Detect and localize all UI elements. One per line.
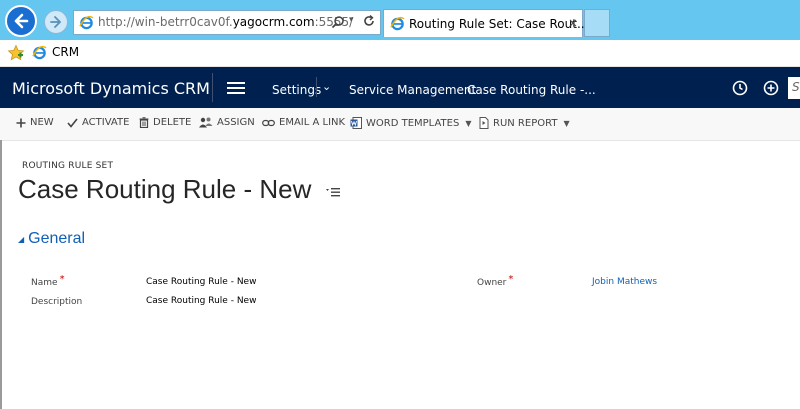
run-report-button[interactable]: RUN REPORT ▼: [479, 117, 570, 129]
back-button[interactable]: [5, 5, 37, 37]
nav-area-settings[interactable]: Settings: [272, 83, 321, 97]
favorites-bar: CRM: [0, 40, 800, 67]
owner-field-label: Owner *: [477, 274, 514, 288]
nav-divider: [212, 73, 213, 102]
section-general-header[interactable]: ◢ General: [18, 230, 85, 248]
delete-button[interactable]: DELETE: [139, 117, 191, 128]
name-field-label: Name *: [31, 274, 65, 288]
ie-logo-icon: [390, 16, 405, 31]
section-title: General: [28, 230, 86, 247]
forward-button[interactable]: [44, 10, 68, 34]
url-text: http://win-betrr0cav0f.yagocrm.com:5555/: [98, 15, 354, 29]
owner-lookup-link[interactable]: Jobin Mathews: [592, 277, 657, 287]
close-icon[interactable]: ×: [568, 16, 578, 30]
chevron-down-icon: ▼: [465, 118, 472, 128]
assign-button[interactable]: ASSIGN: [199, 117, 255, 128]
description-field-label: Description: [31, 297, 83, 307]
browser-toolbar: http://win-betrr0cav0f.yagocrm.com:5555/…: [0, 0, 800, 40]
favorite-crm-link[interactable]: CRM: [52, 45, 79, 59]
global-search-input[interactable]: S: [788, 77, 800, 99]
new-tab-button[interactable]: [584, 9, 610, 37]
ie-logo-icon: [32, 45, 47, 60]
link-icon: [262, 119, 275, 126]
browser-tab[interactable]: Routing Rule Set: Case Rout... ×: [383, 9, 588, 37]
refresh-icon[interactable]: [362, 14, 376, 28]
activate-button[interactable]: ACTIVATE: [67, 117, 129, 128]
arrow-left-icon: [14, 13, 29, 29]
word-icon: [350, 117, 362, 129]
command-bar: NEW ACTIVATE DELETE ASSIGN EMAIL A LINK: [0, 108, 800, 141]
create-plus-icon[interactable]: [763, 80, 779, 96]
name-field[interactable]: Case Routing Rule - New: [146, 277, 256, 287]
entity-type-label: ROUTING RULE SET: [22, 161, 114, 171]
form-selector-icon[interactable]: [326, 187, 340, 197]
ie-logo-icon: [79, 15, 94, 30]
window-edge: [0, 140, 2, 409]
clock-icon[interactable]: [732, 80, 748, 96]
plus-icon: [16, 118, 26, 127]
chevron-down-icon: ▼: [563, 118, 570, 128]
required-marker: *: [508, 274, 514, 285]
trash-icon: [139, 117, 149, 128]
report-icon: [479, 117, 489, 129]
address-bar[interactable]: http://win-betrr0cav0f.yagocrm.com:5555/…: [73, 10, 381, 35]
crm-nav-bar: Microsoft Dynamics CRM Settings ⌄ Servic…: [0, 67, 800, 108]
chevron-down-icon[interactable]: ▾: [349, 15, 354, 25]
chevron-down-icon[interactable]: ⌄: [322, 80, 331, 93]
description-field[interactable]: Case Routing Rule - New: [146, 296, 256, 306]
search-icon[interactable]: [331, 15, 345, 29]
check-icon: [67, 118, 78, 128]
nav-record[interactable]: Case Routing Rule -...: [467, 83, 596, 97]
tab-title: Routing Rule Set: Case Rout...: [409, 17, 589, 31]
word-templates-button[interactable]: WORD TEMPLATES ▼: [350, 117, 471, 129]
app-brand[interactable]: Microsoft Dynamics CRM: [12, 79, 210, 98]
hamburger-menu-icon[interactable]: [227, 82, 245, 94]
nav-divider: [316, 77, 317, 97]
nav-subarea[interactable]: Service Management: [349, 83, 476, 97]
collapse-triangle-icon: ◢: [18, 234, 25, 244]
people-icon: [199, 117, 213, 128]
new-button[interactable]: NEW: [16, 117, 54, 128]
star-icon[interactable]: [7, 44, 25, 62]
required-marker: *: [59, 274, 65, 285]
email-link-button[interactable]: EMAIL A LINK: [262, 117, 345, 128]
page-title: Case Routing Rule - New: [18, 174, 312, 204]
arrow-right-icon: [50, 16, 61, 28]
